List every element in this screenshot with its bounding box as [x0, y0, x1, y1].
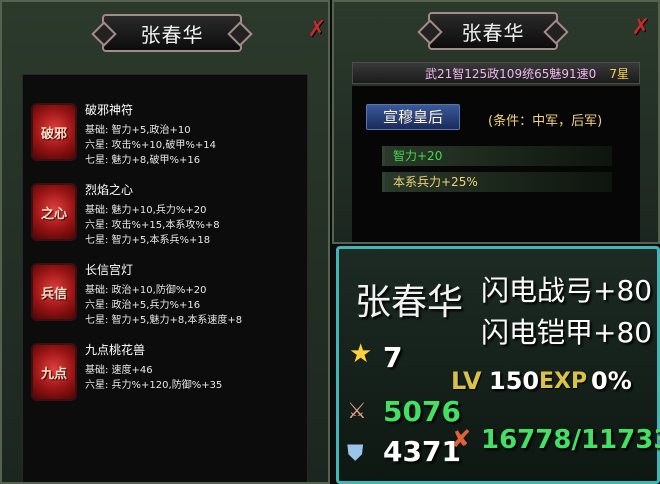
armor-icon: ⛊: [347, 441, 364, 466]
level-label: LV: [451, 367, 482, 395]
treasure-item[interactable]: 破邪 破邪神符 基础: 智力+5,政治+10 六星: 攻击%+10,破甲%+14…: [31, 99, 287, 175]
star-rank: 7星: [609, 66, 629, 81]
skill-panel: 张春华 ✗ 武21智125政109统65魅91速0 7星 宣穆皇后 (条件：中军…: [332, 0, 660, 244]
sword-icon: ⚔: [347, 399, 367, 424]
treasure-panel: 张春华 ✗ 破邪 破邪神符 基础: 智力+5,政治+10 六星: 攻击%+10,…: [0, 0, 330, 484]
treasure-six-star-stat: 六星: 攻击%+10,破甲%+14: [85, 140, 216, 151]
exp-value: 0%: [591, 367, 632, 395]
star-icon: ★: [349, 339, 373, 369]
equipment-bow: 闪电战弓+80: [481, 274, 653, 307]
stats-bar: 武21智125政109统65魅91速0 7星: [352, 62, 640, 84]
skill-condition: (条件：中军，后军): [488, 114, 603, 129]
panel-title: 张春华: [428, 12, 558, 50]
hero-name: 张春华: [355, 282, 464, 323]
treasure-list: 破邪 破邪神符 基础: 智力+5,政治+10 六星: 攻击%+10,破甲%+14…: [22, 74, 308, 482]
treasure-item[interactable]: 九点 九点桃花兽 基础: 速度+46 六星: 兵力%+120,防御%+35: [31, 339, 287, 415]
equipment-armor: 闪电铠甲+80: [481, 316, 653, 349]
exp-label: EXP: [539, 369, 588, 394]
treasure-item[interactable]: 之心 烈焰之心 基础: 魅力+10,兵力%+20 六星: 攻击%+15,本系攻%…: [31, 179, 287, 255]
treasure-six-star-stat: 六星: 政治+5,兵力%+16: [85, 300, 201, 311]
treasure-emblem-icon: 之心: [31, 183, 77, 241]
skill-bonus: 智力+20: [382, 146, 612, 166]
treasure-emblem-icon: 兵信: [31, 263, 77, 321]
treasure-seven-star-stat: 七星: 智力+5,魅力+8,本系速度+8: [85, 315, 243, 326]
close-icon[interactable]: ✗: [306, 18, 328, 42]
skill-detail: 宣穆皇后 (条件：中军，后军) 智力+20 本系兵力+25%: [352, 86, 640, 242]
troop-value: 16778/11733: [481, 425, 660, 455]
treasure-base-stat: 基础: 智力+5,政治+10: [85, 125, 191, 136]
treasure-item[interactable]: 兵信 长信宫灯 基础: 政治+10,防御%+20 六星: 政治+5,兵力%+16…: [31, 259, 287, 335]
attribute-stats: 武21智125政109统65魅91速0: [425, 66, 597, 81]
treasure-six-star-stat: 六星: 兵力%+120,防御%+35: [85, 380, 223, 391]
close-icon[interactable]: ✗: [630, 16, 652, 40]
treasure-name: 破邪神符: [85, 103, 134, 117]
skill-name: 宣穆皇后: [366, 104, 460, 130]
treasure-name: 烈焰之心: [85, 183, 134, 197]
treasure-emblem-icon: 破邪: [31, 103, 77, 161]
treasure-six-star-stat: 六星: 攻击%+15,本系攻%+8: [85, 220, 220, 231]
level-value: 150: [489, 367, 540, 395]
treasure-base-stat: 基础: 政治+10,防御%+20: [85, 285, 207, 296]
hero-star: 7: [383, 341, 403, 374]
skill-bonus: 本系兵力+25%: [382, 172, 612, 192]
treasure-name: 九点桃花兽: [85, 343, 146, 357]
hero-card[interactable]: 张春华 闪电战弓+80 闪电铠甲+80 ★ 7 ⚔ 5076 ⛊ 4371 LV…: [336, 246, 660, 484]
troop-icon: ✘: [451, 425, 472, 453]
panel-title: 张春华: [102, 14, 242, 52]
treasure-base-stat: 基础: 速度+46: [85, 365, 153, 376]
defense-value: 4371: [383, 435, 461, 468]
treasure-seven-star-stat: 七星: 魅力+8,破甲%+16: [85, 155, 201, 166]
treasure-base-stat: 基础: 魅力+10,兵力%+20: [85, 205, 207, 216]
treasure-name: 长信宫灯: [85, 263, 134, 277]
attack-value: 5076: [383, 395, 461, 428]
treasure-emblem-icon: 九点: [31, 343, 77, 401]
treasure-seven-star-stat: 七星: 智力+5,本系兵%+18: [85, 235, 211, 246]
